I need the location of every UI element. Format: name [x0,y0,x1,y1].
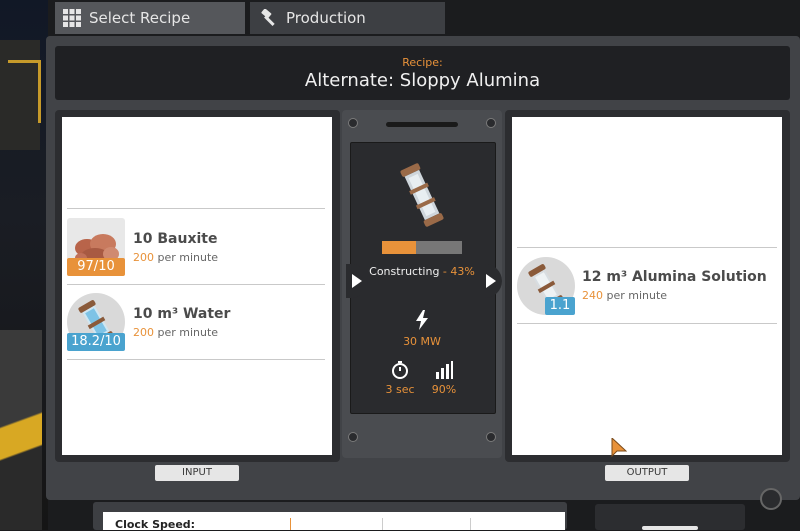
input-label: INPUT [155,465,239,481]
inventory-badge: 1.1 [545,297,575,315]
divider [67,208,325,209]
input-list [62,117,332,455]
lightning-icon [414,310,430,330]
slider-tick [290,518,291,530]
divider [67,359,325,360]
recipe-header[interactable]: Recipe: Alternate: Sloppy Alumina [55,46,790,100]
efficiency: 90% [431,383,457,396]
input-rate: 200 per minute [133,326,219,339]
output-label: OUTPUT [605,465,689,481]
power-usage: 30 MW [403,335,441,348]
grid-icon [63,9,81,27]
background-rail [8,60,41,123]
machine-status: Constructing - 43% [369,265,475,278]
divider [517,247,777,248]
recipe-label: Recipe: [402,56,443,69]
machine-slot [386,122,458,127]
progress-bar-fill [382,241,416,254]
tab-select-recipe[interactable]: Select Recipe [55,2,245,34]
clock-speed-label: Clock Speed: [115,518,196,531]
tab-label: Select Recipe [89,9,191,27]
inventory-badge: 18.2/10 [67,333,125,351]
tab-production[interactable]: Production [250,2,445,34]
cycle-time: 3 sec [385,383,415,396]
power-plug-icon [760,488,782,510]
arrow-right-icon [486,274,496,288]
divider [67,284,325,285]
input-name: 10 m³ Water [133,306,231,322]
stopwatch-icon [390,360,410,380]
standby-button[interactable] [642,526,698,530]
slider-tick [470,518,471,530]
output-rate: 240 per minute [582,289,668,302]
screw [348,118,358,128]
input-rate: 200 per minute [133,251,219,264]
alumina-solution-icon [392,160,452,230]
input-name: 10 Bauxite [133,231,218,247]
input-item-water[interactable]: 18.2/10 [67,293,125,351]
arrow-right-icon [352,274,362,288]
recipe-name: Alternate: Sloppy Alumina [304,70,541,91]
hammer-icon [260,9,278,27]
background-structure [0,330,42,530]
screw [486,432,496,442]
output-item-alumina-solution[interactable]: 1.1 [517,257,575,315]
input-item-bauxite[interactable]: 97/10 [67,218,125,276]
inventory-badge: 97/10 [67,258,125,276]
slider-tick [382,518,383,530]
divider [517,323,777,324]
screw [348,432,358,442]
efficiency-bars-icon [434,360,454,380]
tab-label: Production [286,9,366,27]
mouse-cursor-icon [611,436,628,458]
screw [486,118,496,128]
output-name: 12 m³ Alumina Solution [582,269,767,285]
